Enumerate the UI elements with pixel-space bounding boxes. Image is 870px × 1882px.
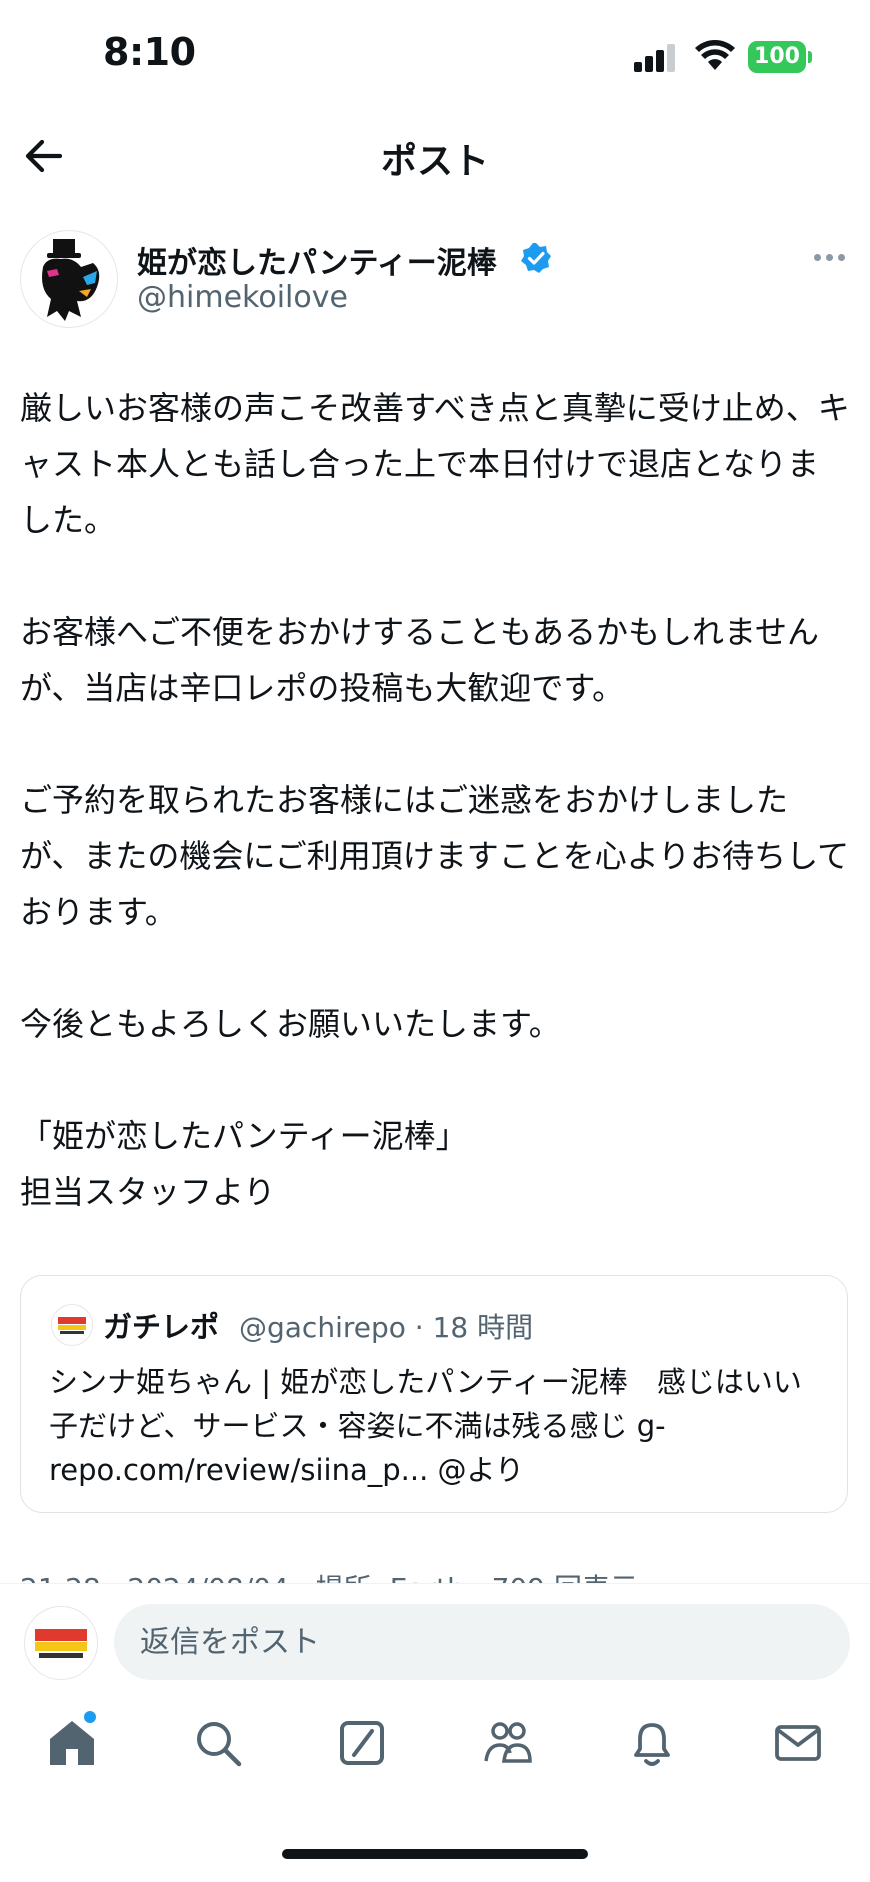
cat-thief-logo-icon xyxy=(42,239,100,321)
cellular-signal-icon xyxy=(634,44,678,72)
battery-indicator: 100 xyxy=(748,41,806,73)
quoted-post-text: シンナ姫ちゃん | 姫が恋したパンティー泥棒 感じはいい子だけど、サービス・容姿… xyxy=(49,1365,802,1487)
home-icon xyxy=(50,1721,94,1765)
tab-messages[interactable] xyxy=(768,1713,828,1773)
status-time: 8:10 xyxy=(103,30,196,74)
tab-search[interactable] xyxy=(188,1713,248,1773)
post-paragraph: お客様へご不便をおかけすることもあるかもしれませんが、当店は辛口レポの投稿も大歓… xyxy=(20,613,820,707)
wifi-icon xyxy=(695,40,735,70)
my-avatar[interactable] xyxy=(24,1606,98,1680)
status-bar: 8:10 100 xyxy=(0,0,870,110)
verified-badge-icon xyxy=(521,243,551,273)
grok-icon xyxy=(340,1721,384,1765)
search-icon xyxy=(197,1722,242,1767)
envelope-icon xyxy=(775,1725,821,1761)
communities-icon xyxy=(484,1722,532,1763)
author-name[interactable]: 姫が恋したパンティー泥棒 xyxy=(137,238,497,282)
avatar[interactable] xyxy=(20,230,118,328)
post-signature-shop: 「姫が恋したパンティー泥棒」 xyxy=(20,1117,468,1155)
tab-grok[interactable] xyxy=(332,1713,392,1773)
post-signature-staff: 担当スタッフより xyxy=(20,1173,276,1211)
quoted-post-card[interactable]: ガチレポ @gachirepo · 18 時間 シンナ姫ちゃん | 姫が恋したパ… xyxy=(20,1275,848,1513)
gachirepo-logo-icon xyxy=(35,1629,87,1658)
gachirepo-logo-icon xyxy=(58,1317,86,1334)
page-title: ポスト xyxy=(380,141,489,182)
tab-home[interactable] xyxy=(42,1711,102,1773)
quoted-author-name: ガチレポ xyxy=(103,1310,220,1344)
tab-communities[interactable] xyxy=(478,1713,538,1773)
author-handle[interactable]: @himekoilove xyxy=(137,280,348,315)
more-options-icon[interactable] xyxy=(810,248,850,268)
bottom-tab-bar xyxy=(0,1705,870,1805)
tab-notifications[interactable] xyxy=(622,1713,682,1773)
bell-icon xyxy=(634,1723,670,1766)
quoted-avatar xyxy=(51,1304,93,1346)
notification-dot xyxy=(84,1711,96,1723)
home-indicator xyxy=(282,1849,588,1859)
battery-tip xyxy=(808,51,812,63)
reply-input[interactable] xyxy=(114,1604,850,1680)
post-paragraph: 厳しいお客様の声こそ改善すべき点と真摯に受け止め、キャスト本人とも話し合った上で… xyxy=(20,389,850,539)
post-text: 厳しいお客様の声こそ改善すべき点と真摯に受け止め、キャスト本人とも話し合った上で… xyxy=(20,380,850,1220)
post-paragraph: 今後ともよろしくお願いいたします。 xyxy=(20,1005,561,1043)
quoted-author-meta: @gachirepo · 18 時間 xyxy=(239,1311,534,1344)
reply-bar xyxy=(0,1583,870,1706)
post-author: 姫が恋したパンティー泥棒 @himekoilove xyxy=(20,228,860,338)
header: ポスト xyxy=(0,110,870,200)
post-paragraph: ご予約を取られたお客様にはご迷惑をおかけしましたが、またの機会にご利用頂けますこ… xyxy=(20,781,850,931)
